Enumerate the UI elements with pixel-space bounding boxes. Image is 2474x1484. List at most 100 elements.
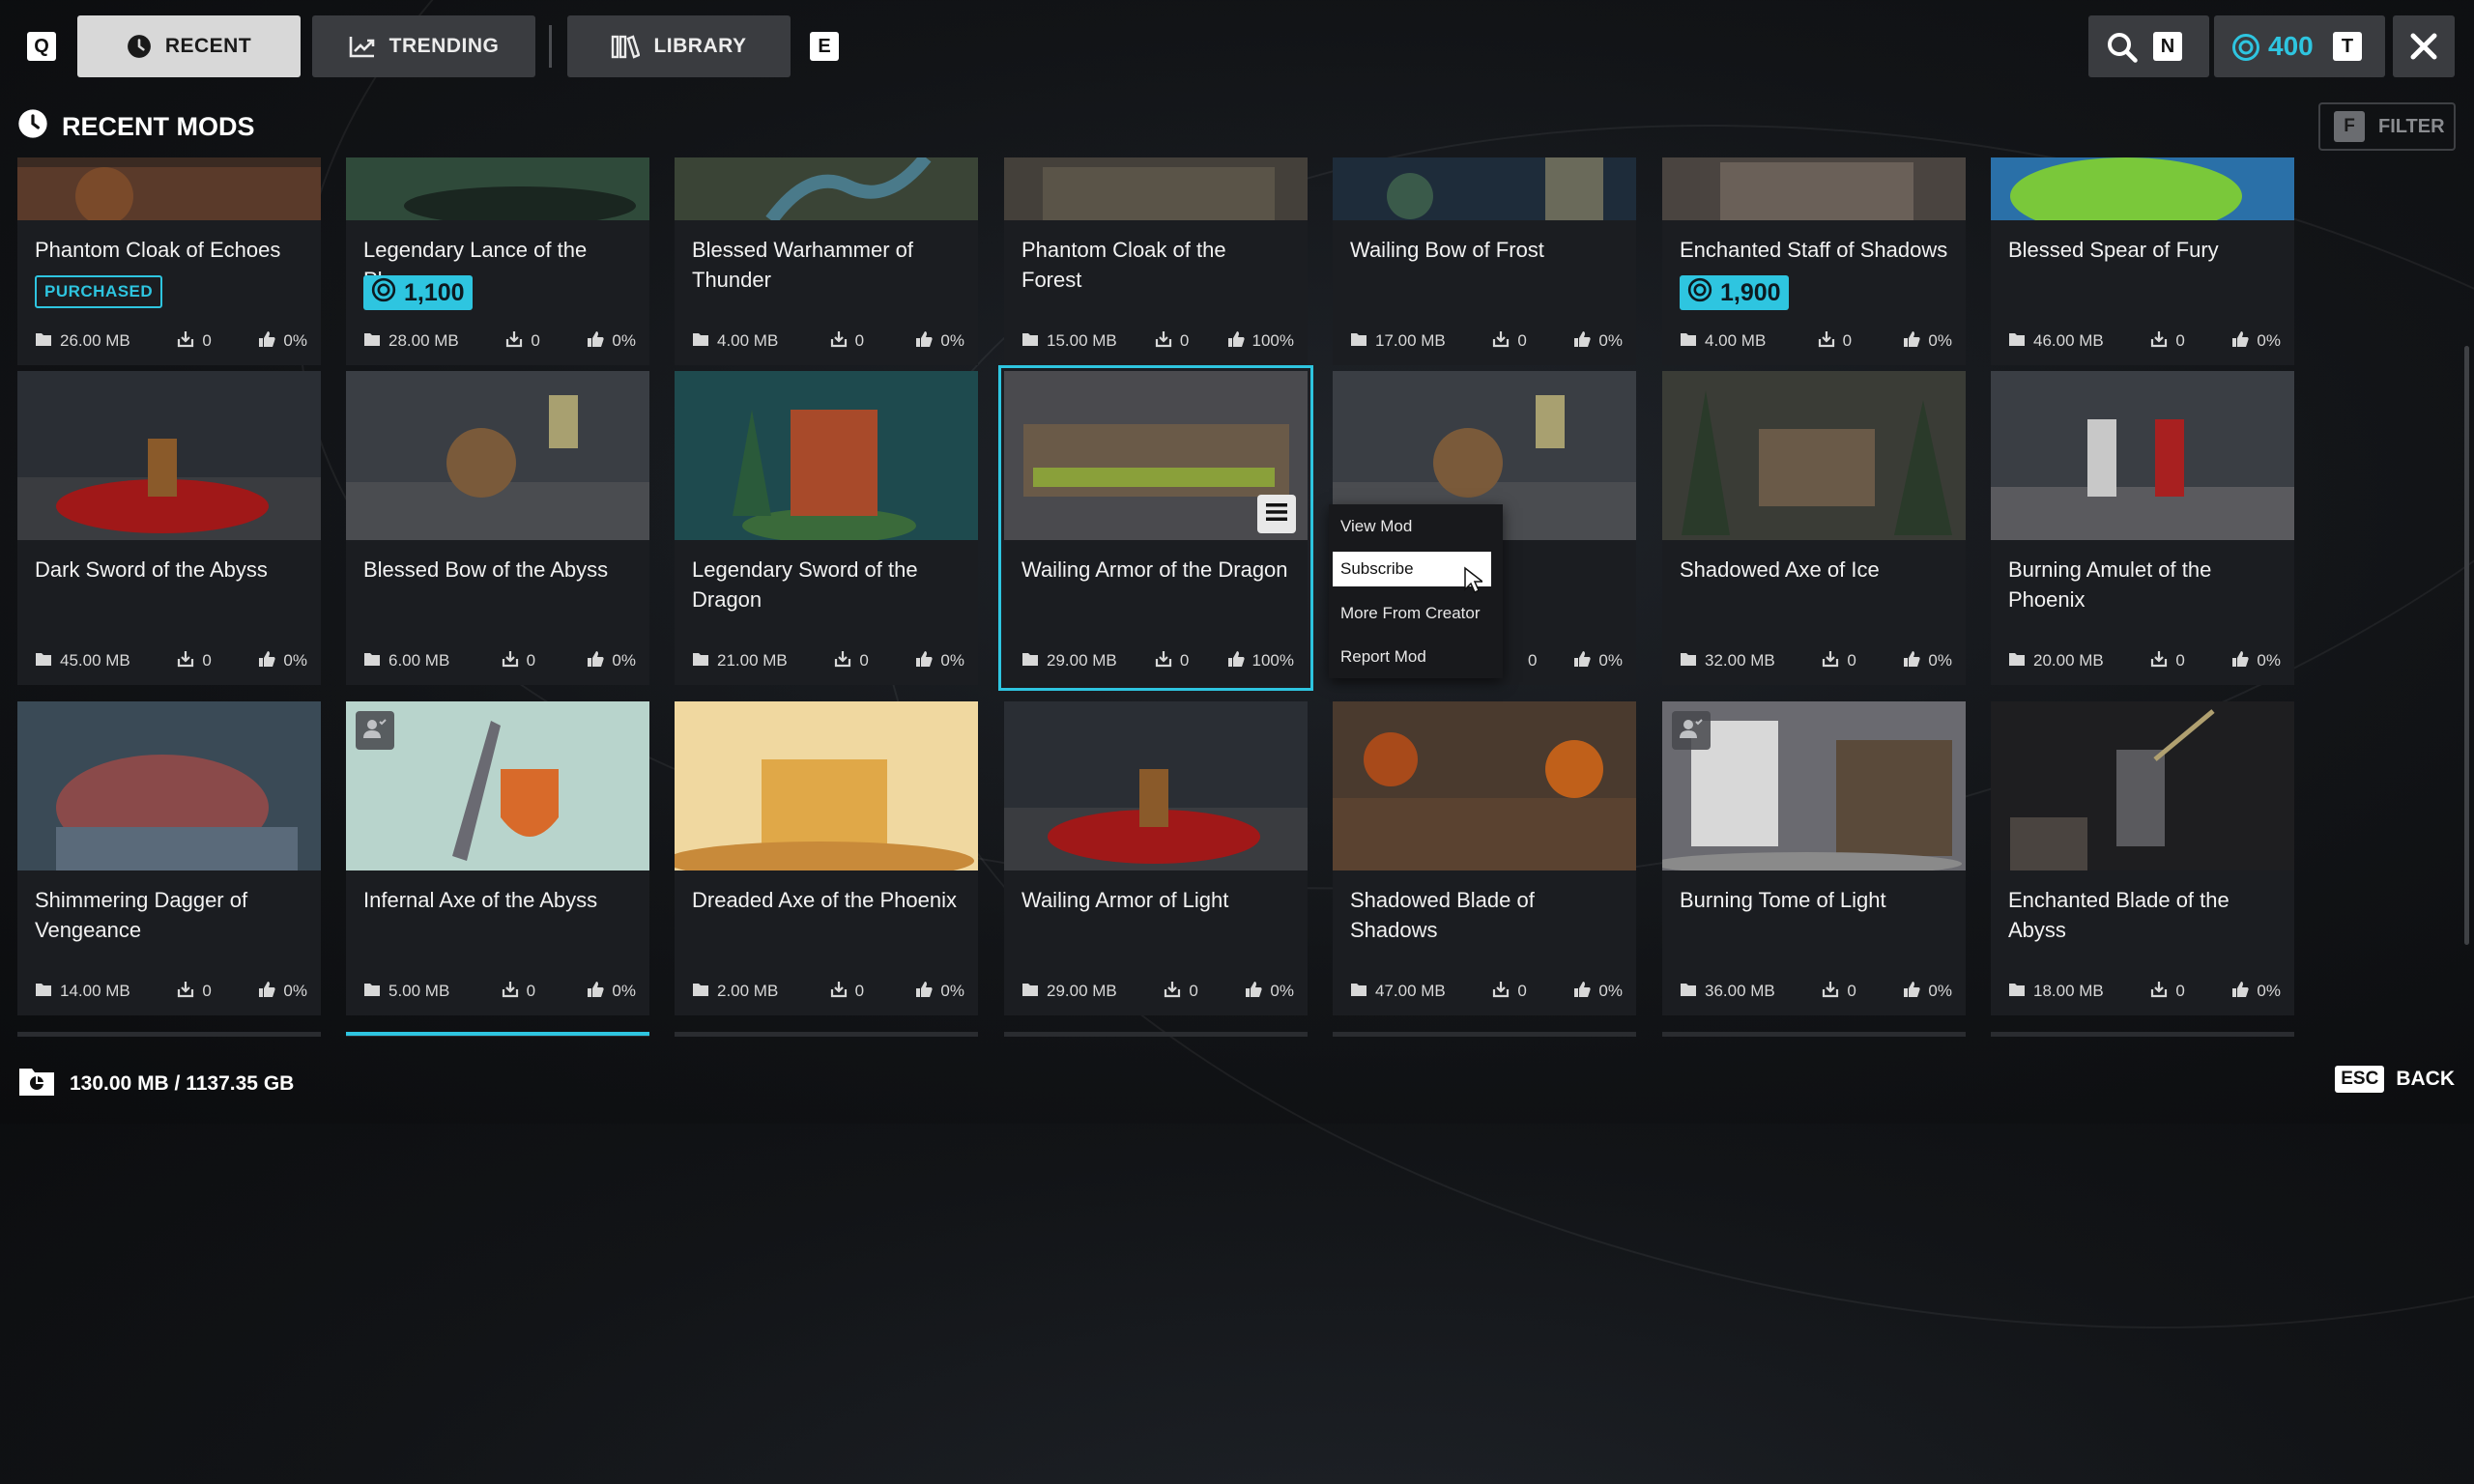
folder-icon: [692, 651, 709, 671]
storage-text: 130.00 MB / 1137.35 GB: [70, 1072, 295, 1095]
mod-size: 29.00 MB: [1047, 982, 1117, 1000]
scrollbar[interactable]: [2464, 346, 2469, 945]
mod-card[interactable]: Dreaded Axe of the Phoenix 2.00 MB 0 0%: [675, 701, 978, 1015]
tab-trending[interactable]: TRENDING: [312, 15, 535, 77]
mod-card[interactable]: Burning Tome of Light 36.00 MB 0 0%: [1662, 701, 1966, 1015]
mod-thumbnail: [346, 157, 649, 220]
search-button[interactable]: N: [2088, 15, 2209, 77]
mod-downloads: 0: [854, 331, 865, 350]
download-icon: [2150, 330, 2168, 353]
mod-stats: 5.00 MB 0 0%: [363, 980, 636, 1003]
mod-size: 21.00 MB: [717, 651, 788, 670]
menu-item-report-mod[interactable]: Report Mod: [1329, 635, 1503, 678]
thumbs-up-icon: [1573, 650, 1592, 672]
mod-rating: 100%: [1251, 651, 1294, 670]
folder-icon: [1350, 982, 1367, 1002]
thumbs-up-icon: [1903, 981, 1921, 1003]
mod-card[interactable]: [17, 1032, 321, 1037]
tab-library[interactable]: LIBRARY: [567, 15, 791, 77]
thumbs-up-icon: [1903, 650, 1921, 672]
mod-rating: 0%: [612, 651, 636, 670]
credits-button[interactable]: 400 T: [2214, 15, 2385, 77]
folder-icon: [35, 331, 52, 352]
user-icon: [363, 718, 387, 744]
download-icon: [505, 330, 523, 353]
folder-icon: [692, 982, 709, 1002]
mod-card[interactable]: Legendary Lance of the Ph... 1,100 28.00…: [346, 157, 649, 365]
close-button[interactable]: [2393, 15, 2455, 77]
mod-card[interactable]: Blessed Warhammer of Thunder 4.00 MB 0 0…: [675, 157, 978, 365]
mod-stats: 4.00 MB 0 0%: [692, 329, 964, 353]
mod-size: 47.00 MB: [1375, 982, 1446, 1000]
folder-icon: [35, 982, 52, 1002]
mod-card[interactable]: Shadowed Blade of Shadows 47.00 MB 0 0%: [1333, 701, 1636, 1015]
download-icon: [834, 650, 851, 672]
mod-card[interactable]: Phantom Cloak of Echoes PURCHASED 26.00 …: [17, 157, 321, 365]
mod-rating: 0%: [2257, 651, 2281, 670]
tab-recent-label: RECENT: [164, 35, 252, 57]
mod-title: Wailing Bow of Frost: [1350, 238, 1544, 262]
mod-thumbnail: [1333, 701, 1636, 870]
tab-divider: [549, 25, 552, 68]
mod-card[interactable]: Blessed Bow of the Abyss 6.00 MB 0 0%: [346, 371, 649, 685]
mod-stats: 28.00 MB 0 0%: [363, 329, 636, 353]
mod-card[interactable]: Wailing Armor of Light 29.00 MB 0 0%: [1004, 701, 1308, 1015]
close-icon: [2409, 32, 2438, 66]
mod-card[interactable]: Infernal Axe of the Abyss 5.00 MB 0 0%: [346, 701, 649, 1015]
mod-size: 28.00 MB: [388, 331, 459, 350]
thumbs-up-icon: [1903, 330, 1921, 353]
filter-button[interactable]: F FILTER: [2318, 102, 2456, 151]
mod-card[interactable]: [1991, 1032, 2294, 1037]
mod-card[interactable]: [675, 1032, 978, 1037]
mod-downloads: 0: [1517, 982, 1527, 1000]
mod-rating: 0%: [283, 982, 307, 1000]
mod-card[interactable]: [1333, 1032, 1636, 1037]
mod-rating: 0%: [1928, 331, 1952, 350]
mod-size: 15.00 MB: [1047, 331, 1117, 350]
mod-downloads: 0: [1179, 331, 1190, 350]
mod-card[interactable]: Phantom Cloak of the Forest 15.00 MB 0 1…: [1004, 157, 1308, 365]
mod-size: 4.00 MB: [1705, 331, 1767, 350]
mods-grid[interactable]: Phantom Cloak of Echoes PURCHASED 26.00 …: [0, 157, 2300, 1037]
mod-card[interactable]: Shimmering Dagger of Vengeance 14.00 MB …: [17, 701, 321, 1015]
mod-title: Legendary Sword of the Dragon: [692, 557, 918, 612]
mod-title: Burning Tome of Light: [1680, 888, 1886, 912]
thumbs-up-icon: [587, 330, 605, 353]
folder-icon: [1680, 331, 1697, 352]
thumbs-up-icon: [915, 330, 934, 353]
mod-title: Enchanted Blade of the Abyss: [2008, 888, 2229, 942]
folder-icon: [1350, 331, 1367, 352]
mod-card[interactable]: Enchanted Staff of Shadows 1,900 4.00 MB…: [1662, 157, 1966, 365]
mod-card[interactable]: Blessed Spear of Fury 46.00 MB 0 0%: [1991, 157, 2294, 365]
mod-card[interactable]: [1004, 1032, 1308, 1037]
folder-icon: [2008, 651, 2026, 671]
mod-card[interactable]: [346, 1032, 649, 1037]
tab-right-key: E: [810, 32, 839, 61]
mod-card[interactable]: [1662, 1032, 1966, 1037]
mod-title: e: [1487, 555, 1636, 585]
download-icon: [1164, 981, 1181, 1003]
mod-card[interactable]: Shadowed Axe of Ice 32.00 MB 0 0%: [1662, 371, 1966, 685]
mod-card[interactable]: Wailing Bow of Frost 17.00 MB 0 0%: [1333, 157, 1636, 365]
mod-title: Wailing Armor of the Dragon: [1021, 557, 1288, 582]
mod-title: Burning Amulet of the Phoenix: [2008, 557, 2212, 612]
menu-item-view-mod[interactable]: View Mod: [1329, 504, 1503, 548]
credits-key: T: [2333, 32, 2362, 61]
mod-card[interactable]: Dark Sword of the Abyss 45.00 MB 0 0%: [17, 371, 321, 685]
mod-card[interactable]: Legendary Sword of the Dragon 21.00 MB 0…: [675, 371, 978, 685]
mod-thumbnail: [17, 371, 321, 540]
thumbs-up-icon: [1573, 981, 1592, 1003]
folder-icon: [35, 651, 52, 671]
search-key: N: [2153, 32, 2182, 61]
card-menu-button[interactable]: [1257, 495, 1296, 533]
thumbs-up-icon: [1573, 330, 1592, 353]
mod-card-selected[interactable]: Wailing Armor of the Dragon 29.00 MB 0 1…: [998, 365, 1313, 691]
mod-card[interactable]: Burning Amulet of the Phoenix 20.00 MB 0…: [1991, 371, 2294, 685]
page-title: RECENT MODS: [17, 108, 255, 146]
back-button[interactable]: ESC BACK: [2335, 1066, 2455, 1093]
mod-size: 14.00 MB: [60, 982, 130, 1000]
tab-library-label: LIBRARY: [653, 35, 747, 57]
tab-recent[interactable]: RECENT: [77, 15, 301, 77]
mod-card[interactable]: Enchanted Blade of the Abyss 18.00 MB 0 …: [1991, 701, 2294, 1015]
mod-size: 29.00 MB: [1047, 651, 1117, 670]
